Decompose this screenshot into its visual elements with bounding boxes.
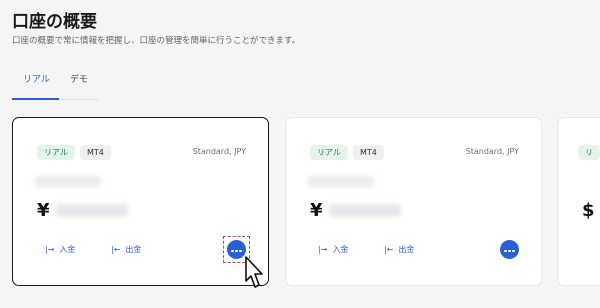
page-subtitle: 口座の概要で常に情報を把握し、口座の管理を簡単に行うことができます。 [12, 36, 301, 46]
withdraw-label: 出金 [398, 245, 415, 254]
balance-redacted [329, 204, 401, 217]
platform-badge: MT4 [80, 145, 111, 160]
account-badge-real: リアル [37, 145, 75, 160]
currency-symbol: ¥ [37, 200, 50, 221]
account-number-redacted [308, 176, 374, 187]
currency-symbol: ¥ [310, 200, 323, 221]
more-dots-icon [227, 247, 246, 252]
more-dots-icon [500, 247, 519, 252]
page-title: 口座の概要 [12, 12, 97, 32]
currency-symbol: $ [582, 200, 595, 221]
account-type: Standard, JPY [465, 147, 519, 156]
account-card[interactable]: リアル MT4 Standard, JPY ¥ |→ 入金 |← 出金 [12, 117, 269, 286]
account-card[interactable]: リアル MT4 Standard, JPY ¥ |→ 入金 |← 出金 [285, 117, 542, 286]
tab-demo[interactable]: デモ [70, 72, 88, 85]
more-options-button[interactable] [500, 240, 519, 259]
withdraw-button[interactable]: |← 出金 [384, 244, 414, 255]
platform-badge: MT4 [353, 145, 384, 160]
deposit-button[interactable]: |→ 入金 [318, 244, 348, 255]
hand-pointer-cursor [245, 256, 263, 288]
arrow-left-from-bar-icon: |← [111, 245, 121, 254]
account-tabs: リアル デモ [12, 68, 98, 100]
withdraw-label: 出金 [125, 245, 142, 254]
account-number-redacted [35, 176, 101, 187]
balance-redacted [56, 204, 128, 217]
account-badge-real: リ [578, 145, 600, 160]
tab-real[interactable]: リアル [23, 72, 50, 85]
account-type: Standard, JPY [192, 147, 246, 156]
arrow-right-to-bar-icon: |→ [45, 245, 55, 254]
account-badge-real: リアル [310, 145, 348, 160]
arrow-left-from-bar-icon: |← [384, 245, 394, 254]
deposit-label: 入金 [59, 245, 76, 254]
deposit-button[interactable]: |→ 入金 [45, 244, 75, 255]
account-card[interactable]: リ $ [557, 117, 600, 286]
arrow-right-to-bar-icon: |→ [318, 245, 328, 254]
withdraw-button[interactable]: |← 出金 [111, 244, 141, 255]
active-tab-indicator [12, 98, 59, 100]
deposit-label: 入金 [332, 245, 349, 254]
